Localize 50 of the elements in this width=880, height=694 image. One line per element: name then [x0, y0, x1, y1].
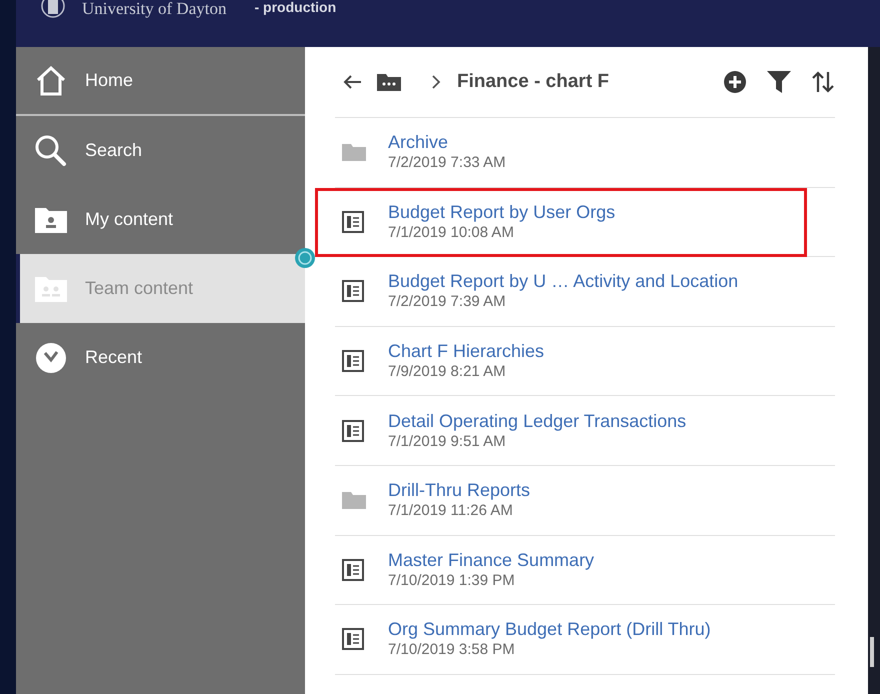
- folder-icon: [342, 143, 366, 162]
- item-date: 7/1/2019 9:51 AM: [388, 432, 507, 452]
- item-link[interactable]: Archive: [388, 131, 506, 154]
- list-row[interactable]: Budget Report by U … Activity and Location 7/2/2019 7:39 AM: [335, 257, 835, 327]
- item-date: 7/1/2019 11:26 AM: [388, 501, 514, 522]
- user-folder-icon: [35, 206, 67, 232]
- list-row[interactable]: Chart F Hierarchies 7/9/2019 8:21 AM: [335, 326, 835, 396]
- sidebar-item[interactable]: Search: [16, 116, 305, 185]
- item-link[interactable]: Budget Report by U … Activity and Location: [388, 270, 738, 292]
- chevron-right-icon: [431, 74, 441, 90]
- list-row[interactable]: Drill-Thru Reports 7/1/2019 11:26 AM: [335, 466, 835, 536]
- list-row[interactable]: Master Finance Summary 7/10/2019 1:39 PM: [335, 536, 835, 606]
- list-row[interactable]: Detail Operating Ledger Transactions 7/1/2019 9:51 AM: [335, 396, 835, 466]
- seal-icon: [40, 0, 66, 18]
- item-date: 7/10/2019 3:58 PM: [388, 640, 516, 660]
- sidebar-item[interactable]: My content: [16, 185, 305, 254]
- report-icon: [342, 350, 364, 372]
- search-icon: [35, 134, 67, 166]
- report-icon: [342, 280, 364, 302]
- list-row[interactable]: Org Summary Budget Report (Drill Thru) 7/10/2019 3:58 PM: [335, 605, 835, 675]
- filter-icon[interactable]: [767, 71, 791, 93]
- item-link[interactable]: Budget Report by User Orgs: [388, 200, 616, 223]
- home-icon: [35, 66, 67, 96]
- environment-label: - production: [254, 0, 336, 14]
- folder-icon[interactable]: [377, 73, 401, 91]
- add-icon[interactable]: [723, 70, 747, 94]
- report-icon: [342, 210, 364, 233]
- breadcrumb-title: Finance - chart F: [457, 70, 610, 94]
- item-link[interactable]: Org Summary Budget Report (Drill Thru): [388, 618, 711, 640]
- item-date: 7/10/2019 1:39 PM: [388, 570, 516, 591]
- folder-icon: [342, 491, 366, 510]
- item-date: 7/2/2019 7:33 AM: [388, 153, 506, 174]
- team-folder-icon: [35, 276, 67, 302]
- back-arrow-icon[interactable]: [342, 74, 362, 90]
- item-date: 7/1/2019 10:08 AM: [388, 222, 515, 243]
- sidebar-item[interactable]: Team content: [16, 254, 305, 323]
- item-link[interactable]: Chart F Hierarchies: [388, 340, 544, 362]
- item-date: 7/2/2019 7:39 AM: [388, 292, 507, 312]
- report-icon: [342, 628, 364, 650]
- sort-icon[interactable]: [811, 70, 835, 94]
- list-row[interactable]: Budget Report by User Orgs 7/1/2019 10:08 AM: [335, 188, 835, 258]
- report-icon: [342, 420, 364, 442]
- item-link[interactable]: Detail Operating Ledger Transactions: [388, 410, 686, 432]
- sidebar-item[interactable]: Recent: [16, 323, 305, 392]
- item-link[interactable]: Master Finance Summary: [388, 548, 594, 571]
- university-name: University of Dayton: [82, 0, 226, 17]
- item-link[interactable]: Drill-Thru Reports: [388, 479, 530, 502]
- list-row[interactable]: Archive 7/2/2019 7:33 AM: [335, 118, 835, 188]
- item-date: 7/9/2019 8:21 AM: [388, 362, 507, 382]
- report-icon: [342, 558, 364, 581]
